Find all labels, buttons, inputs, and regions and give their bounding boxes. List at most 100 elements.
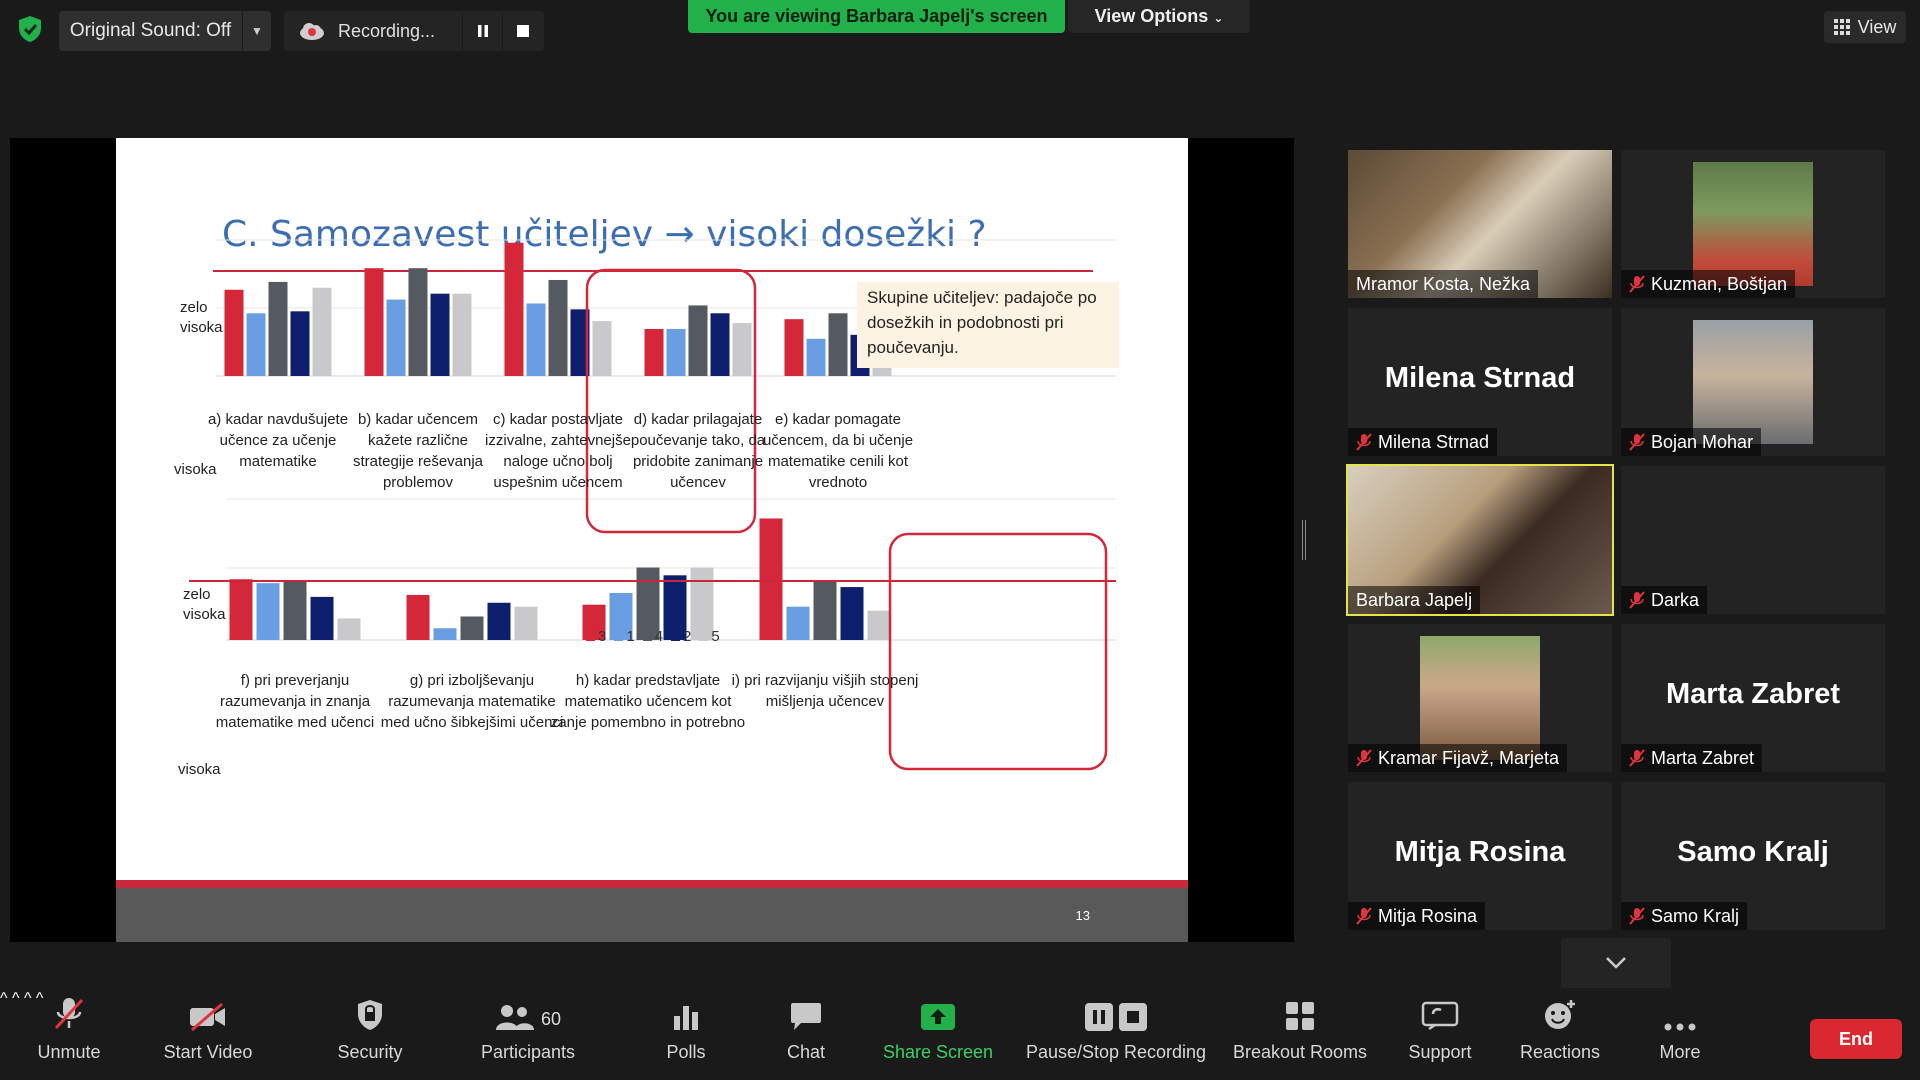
- bottom-bar-1-1: [433, 628, 457, 640]
- participant-name: Barbara Japelj: [1356, 590, 1473, 610]
- top-bar-2-4: [592, 321, 612, 376]
- bottom-bar-0-4: [337, 618, 361, 640]
- participant-name: Mramor Kosta, Nežka: [1356, 274, 1531, 294]
- original-sound-button[interactable]: Original Sound: Off: [59, 11, 243, 51]
- participants-button[interactable]: 60 Participants: [476, 990, 580, 1080]
- grid-icon: [1833, 19, 1850, 35]
- microphone-muted-icon: [1356, 749, 1372, 767]
- participant-name-tag: Kuzman, Boštjan: [1621, 270, 1796, 298]
- bottom-bar-0-1: [256, 583, 280, 640]
- breakout-rooms-label: Breakout Rooms: [1232, 1042, 1368, 1062]
- chart-legend: 3 1 4 2 5: [586, 628, 720, 645]
- security-button[interactable]: Security: [330, 990, 410, 1080]
- y-label-bottom-low: visoka: [178, 761, 221, 778]
- support-icon: [1421, 1001, 1459, 1031]
- more-label: More: [1659, 1042, 1701, 1062]
- bottom-bar-1-4: [514, 606, 538, 640]
- participant-tile[interactable]: Marta Zabret Marta Zabret: [1621, 624, 1885, 772]
- microphone-muted-icon: [1356, 907, 1372, 925]
- participant-name-tag: Mitja Rosina: [1348, 902, 1486, 930]
- bottom-bar-1-3: [487, 602, 511, 640]
- participant-display-name: Samo Kralj: [1677, 836, 1829, 868]
- participant-tile[interactable]: Bojan Mohar: [1621, 308, 1885, 456]
- top-bar-3-4: [732, 323, 752, 376]
- breakout-rooms-icon: [1286, 1002, 1314, 1030]
- chat-label: Chat: [786, 1042, 826, 1062]
- participant-name: Kuzman, Boštjan: [1651, 274, 1788, 294]
- support-button[interactable]: Support: [1400, 990, 1480, 1080]
- share-screen-button[interactable]: Share Screen: [882, 990, 994, 1080]
- gallery-next-page-button[interactable]: [1561, 938, 1671, 988]
- view-button[interactable]: View: [1824, 11, 1906, 43]
- viewing-screen-banner: You are viewing Barbara Japelj's screen: [688, 0, 1065, 33]
- original-sound-control[interactable]: Original Sound: Off ▼: [59, 11, 271, 51]
- legend-swatch: [586, 632, 595, 641]
- participant-video: [1420, 636, 1540, 760]
- bottom-bar-0-0: [229, 579, 253, 640]
- caret-down-icon[interactable]: ▼: [243, 24, 271, 38]
- bottom-bar-1-0: [406, 594, 430, 640]
- bottom-bar-0-3: [310, 596, 334, 640]
- legend-swatch: [699, 632, 709, 641]
- video-camera-off-icon: [190, 1002, 225, 1032]
- top-bar: Original Sound: Off ▼ Recording... You a…: [0, 0, 1920, 60]
- bar-chart: [216, 239, 1116, 771]
- participant-name-tag: Kramar Fijavž, Marjeta: [1348, 744, 1568, 772]
- bottom-bar-3-4: [867, 610, 891, 640]
- polls-label: Polls: [666, 1042, 706, 1062]
- unmute-button[interactable]: Unmute: [28, 990, 110, 1080]
- pause-recording-button[interactable]: [462, 11, 502, 51]
- audio-options-caret[interactable]: ^: [0, 990, 8, 1007]
- legend-item: 1: [614, 628, 635, 645]
- polls-button[interactable]: Polls: [656, 990, 716, 1080]
- breakout-rooms-button[interactable]: Breakout Rooms: [1230, 990, 1370, 1080]
- chat-button[interactable]: Chat: [776, 990, 836, 1080]
- top-bar-1-0: [364, 268, 384, 376]
- presentation-slide: C. Samozavest učiteljev → visoki dosežki…: [116, 138, 1188, 942]
- pause-stop-recording-button[interactable]: Pause/Stop Recording: [1024, 990, 1208, 1080]
- participant-display-name: Mitja Rosina: [1394, 836, 1566, 868]
- view-options-button[interactable]: View Options ⌄: [1068, 0, 1250, 33]
- participant-tile[interactable]: Mitja Rosina Mitja Rosina: [1348, 782, 1612, 930]
- participant-tile[interactable]: Barbara Japelj: [1346, 464, 1614, 616]
- y-label-top-high: zelo visoka: [180, 299, 223, 336]
- participant-display-name: Milena Strnad: [1384, 362, 1576, 394]
- panel-divider: [189, 580, 1116, 582]
- view-options-label: View Options: [1094, 6, 1209, 26]
- video-options-caret[interactable]: ^: [12, 990, 20, 1007]
- legend-item: 2: [671, 628, 691, 645]
- participant-tile[interactable]: Mramor Kosta, Nežka: [1348, 150, 1612, 298]
- more-button[interactable]: More: [1650, 990, 1710, 1080]
- stop-recording-button[interactable]: [502, 11, 542, 51]
- top-category-label: e) kadar pomagate učencem, da bi učenje …: [762, 411, 914, 491]
- reactions-label: Reactions: [1519, 1042, 1601, 1062]
- microphone-muted-icon: [1629, 433, 1645, 451]
- participant-name-tag: Darka: [1621, 586, 1708, 614]
- participant-name-tag: Mramor Kosta, Nežka: [1348, 270, 1539, 298]
- highlight-box-i: [888, 532, 1108, 771]
- participant-tile[interactable]: Darka: [1621, 466, 1885, 614]
- recording-label: Recording...: [338, 20, 436, 41]
- chat-bubble-icon: [791, 1003, 821, 1030]
- legend-item: 4: [642, 628, 663, 645]
- shared-screen[interactable]: C. Samozavest učiteljev → visoki dosežki…: [10, 138, 1294, 942]
- participant-tile[interactable]: Samo Kralj Samo Kralj: [1621, 782, 1885, 930]
- reactions-button[interactable]: Reactions: [1512, 990, 1608, 1080]
- start-video-button[interactable]: Start Video: [155, 990, 261, 1080]
- participant-video: [1693, 320, 1813, 444]
- participant-name-tag: Marta Zabret: [1621, 744, 1763, 772]
- participant-tile[interactable]: Kuzman, Boštjan: [1621, 150, 1885, 298]
- start-video-label: Start Video: [163, 1042, 253, 1062]
- stop-recording-icon: [1119, 1003, 1147, 1031]
- legend-swatch: [614, 632, 624, 641]
- participant-name-tag: Milena Strnad: [1348, 428, 1498, 456]
- participant-tile[interactable]: Milena Strnad Milena Strnad: [1348, 308, 1612, 456]
- end-meeting-button[interactable]: End: [1810, 1019, 1902, 1059]
- top-bar-1-4: [452, 293, 472, 376]
- split-resize-handle[interactable]: [1302, 520, 1306, 560]
- microphone-muted-icon: [1629, 907, 1645, 925]
- participant-tile[interactable]: Kramar Fijavž, Marjeta: [1348, 624, 1612, 772]
- legend-swatch: [671, 632, 681, 641]
- polls-icon: [674, 1006, 698, 1030]
- encryption-shield-icon[interactable]: [15, 14, 45, 44]
